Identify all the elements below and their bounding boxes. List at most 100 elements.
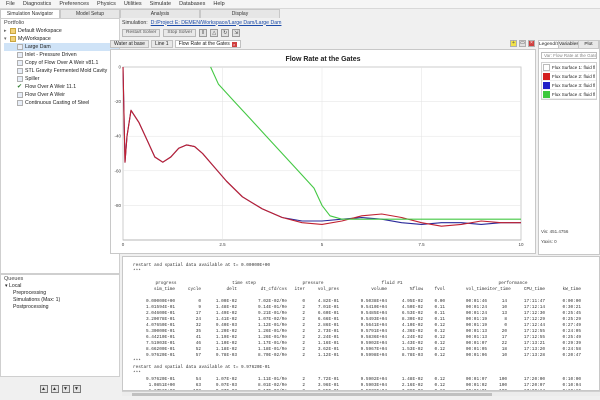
legend-label: Flux Surface 3: fluid fl rate xyxy=(552,82,596,88)
folder-icon xyxy=(10,36,16,42)
menu-simulate[interactable]: Simulate xyxy=(146,1,175,7)
check-icon: ✔ xyxy=(17,84,23,90)
plot-tab[interactable]: Flow Rate at the Gates × xyxy=(174,40,241,48)
menu-utilities[interactable]: Utilities xyxy=(120,1,146,7)
tree-item[interactable]: ▸ Default Workspace xyxy=(4,27,119,35)
console-row: 9.97620E-01 57 9.78E-03 8.70E-02/Re 2 1.12E-0… xyxy=(123,353,599,359)
simulation-icon xyxy=(17,100,23,106)
plot-tabs: Water at base Line 1 Flow Rate at the Gate… xyxy=(110,40,530,49)
plot-actions: + ▭ × xyxy=(510,40,538,49)
tree-item-label: Default Workspace xyxy=(18,28,62,34)
console-cell: 8.70E-02/Re xyxy=(258,353,287,358)
pause-icon[interactable]: ‖ xyxy=(199,28,208,37)
console-cell: 17:13:28 xyxy=(523,353,545,358)
queue-item[interactable]: Preprocessing xyxy=(1,290,119,297)
tree-item[interactable]: Continuous Casting of Steel xyxy=(4,99,119,107)
legend-entry[interactable]: Flux Surface 2: fluid fl rate xyxy=(542,72,596,81)
console-cell: dt_cfd/cvs xyxy=(260,287,287,292)
stop-solver-button[interactable]: Stop Solver xyxy=(163,28,197,37)
export-icon[interactable]: ⇲ xyxy=(232,28,241,37)
tree-item[interactable]: ▾ MyWorkspace xyxy=(4,35,119,43)
restart-solver-button[interactable]: Restart Solver xyxy=(122,28,161,37)
legend-tab[interactable]: Variables xyxy=(559,41,579,48)
move-top-button[interactable]: ▲ xyxy=(39,384,48,393)
legend-tab[interactable]: Plot xyxy=(579,41,599,48)
solver-console[interactable]: restart and spatial data available at t=… xyxy=(122,256,600,391)
legend-swatch xyxy=(543,90,550,98)
tab-analysis[interactable]: Analysis xyxy=(120,9,200,18)
add-plot-button[interactable]: + xyxy=(510,40,517,47)
tree-item-label: Inlet - Pressure Driven xyxy=(25,52,77,58)
queue-local[interactable]: ▾ Local xyxy=(1,283,119,290)
refresh-icon[interactable]: ↻ xyxy=(221,28,230,37)
queue-item[interactable]: Simulations (Max: 1) xyxy=(1,297,119,304)
legend-variable-field[interactable]: Var: Flow Rate at the Gates xyxy=(541,52,597,59)
menu-file[interactable]: File xyxy=(2,1,19,7)
analysis-toolbar: Restart Solver Stop Solver ‖ △ ↻ ⇲ xyxy=(122,27,600,38)
legend-entry[interactable]: Flux Surface 3: fluid fl rate xyxy=(542,81,596,90)
console-cell: 9.5998E+04 xyxy=(360,353,387,358)
menu-bar: File Diagnostics Preferences Physics Utiliti… xyxy=(0,0,600,9)
menu-databases[interactable]: Databases xyxy=(175,1,209,7)
menu-preferences[interactable]: Preferences xyxy=(55,1,93,7)
console-cell: 9.78E-03 xyxy=(215,353,237,358)
legend-swatch xyxy=(543,63,550,71)
tab-model-setup[interactable]: Model Setup xyxy=(60,9,120,18)
y-tick-label: -80 xyxy=(114,203,121,208)
simulation-path-link[interactable]: D:/Project E: DEMEN/Workspace/Large Dam/… xyxy=(151,20,282,26)
console-cell: fvol xyxy=(434,287,445,292)
tree-item[interactable]: Large Dam xyxy=(4,43,119,51)
legend-swatch xyxy=(543,81,550,89)
console-cell: kW_time xyxy=(562,287,581,292)
triangle-icon[interactable]: △ xyxy=(210,28,219,37)
tree-item[interactable]: Copy of Flow Over A Weir v81.1 xyxy=(4,59,119,67)
legend-entry[interactable]: Flux Surface 4: fluid fl rate xyxy=(542,90,596,99)
move-bottom-button[interactable]: ▼ xyxy=(72,384,81,393)
tree-item[interactable]: STL Gravity Fermented Mold Cavity xyxy=(4,67,119,75)
console-cell: 0:20:47 xyxy=(562,353,581,358)
tree-item[interactable]: Flow Over A Weir xyxy=(4,91,119,99)
console-cell: vol_pres xyxy=(317,287,339,292)
close-plot-button[interactable]: × xyxy=(528,40,535,47)
console-horizontal-scrollbar[interactable] xyxy=(122,391,600,396)
chart-title: Flow Rate at the Gates xyxy=(285,56,360,63)
simulation-icon xyxy=(17,60,23,66)
menu-physics[interactable]: Physics xyxy=(93,1,120,7)
console-cell: 8.78E-03 xyxy=(401,353,423,358)
legend-entry[interactable]: Flux Surface 1: fluid fl rate xyxy=(542,63,596,72)
legend-tabs: Legend/ShowVariablesPlot xyxy=(539,41,599,49)
console-cell: 57 xyxy=(195,353,201,358)
tree-item-label: Copy of Flow Over A Weir v81.1 xyxy=(25,60,99,66)
tree-item[interactable]: ✔ Flow Over A Weir 11.1 xyxy=(4,83,119,91)
scrollbar-thumb[interactable] xyxy=(132,393,492,396)
y-tick-label: -40 xyxy=(114,134,121,139)
queue-item[interactable]: Postprocessing xyxy=(1,304,119,311)
tree-item-label: Large Dam xyxy=(25,44,51,50)
menu-diagnostics[interactable]: Diagnostics xyxy=(19,1,55,7)
console-cell: cycle xyxy=(187,287,201,292)
main-tabs: Analysis Display xyxy=(120,9,600,18)
legend-tab[interactable]: Legend/Show xyxy=(539,41,559,48)
x-tick-label: 2.5 xyxy=(219,242,226,247)
queue-buttons: ▲ ▲ ▼ ▼ xyxy=(0,377,120,400)
tree-item[interactable]: Spiller xyxy=(4,75,119,83)
tab-display[interactable]: Display xyxy=(200,9,280,18)
plot-tab[interactable]: Line 1 xyxy=(150,40,173,48)
move-down-button[interactable]: ▼ xyxy=(61,384,70,393)
workspace-tree: ▸ Default Workspace ▾ MyWorkspace Large Dam I… xyxy=(1,27,119,107)
tree-item[interactable]: Inlet - Pressure Driven xyxy=(4,51,119,59)
console-cell: vol_time xyxy=(465,287,487,292)
tab-simulation-navigator[interactable]: Simulation Navigator xyxy=(0,9,60,18)
console-cell: 0.12 xyxy=(434,353,445,358)
plot-tab[interactable]: Water at base xyxy=(110,40,149,48)
legend-label: Flux Surface 4: fluid fl rate xyxy=(552,91,596,97)
move-up-button[interactable]: ▲ xyxy=(50,384,59,393)
x-tick-label: 0 xyxy=(122,242,125,247)
tree-item-label: MyWorkspace xyxy=(18,36,51,42)
menu-help[interactable]: Help xyxy=(209,1,228,7)
console-cell: 00:01:06 xyxy=(465,353,487,358)
console-cell: delt xyxy=(226,287,237,292)
close-icon[interactable]: × xyxy=(231,41,237,47)
console-cell: CPU_time xyxy=(523,287,545,292)
maximize-button[interactable]: ▭ xyxy=(519,40,526,47)
